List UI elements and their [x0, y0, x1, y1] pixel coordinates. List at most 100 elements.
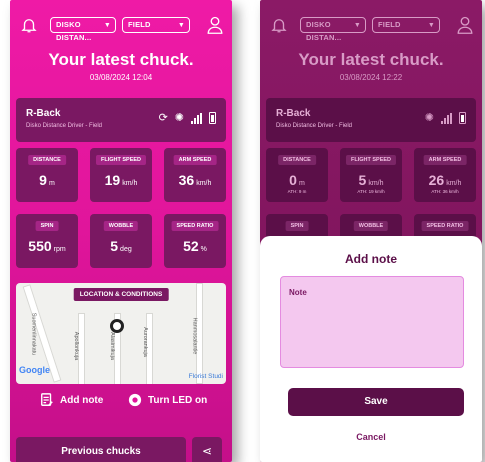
road-label: Alasimikuja — [108, 332, 115, 360]
stat-value: 5 — [110, 238, 119, 254]
location-conditions-badge: LOCATION & CONDITIONS — [73, 288, 169, 301]
stat-all-time-high: ATH: 19 km/h — [357, 189, 385, 194]
stat-value: 5 — [358, 172, 367, 188]
led-icon — [128, 393, 142, 407]
stat-label: DISTANCE — [28, 155, 66, 165]
stat-value-wrap: 19 km/h — [90, 172, 152, 190]
stat-all-time-high: ATH: 36 km/h — [431, 189, 459, 194]
user-icon — [457, 16, 473, 34]
road-label: Hanmosalantie — [191, 317, 198, 355]
disc-subtitle: Disko Distance Driver - Field — [26, 123, 103, 129]
stat-unit: rpm — [53, 246, 66, 253]
cancel-button[interactable]: Cancel — [260, 432, 482, 442]
battery-icon — [459, 112, 466, 124]
disc-card: R-Back Disko Distance Driver - Field ⟳ ✺ — [16, 98, 226, 142]
stat-label: SPEED RATIO — [171, 221, 219, 231]
stat-value-wrap: 5 deg — [90, 238, 152, 256]
screenshot-stage: DISKO DISTAN... ▼ FIELD ▼ Your latest chuc… — [0, 0, 485, 462]
rotate-icon: ⟳ — [158, 112, 168, 124]
page-title: Your latest chuck. — [298, 50, 444, 69]
chuck-date: 03/08/2024 12:22 — [339, 73, 403, 82]
stat-spin: SPIN 550 rpm — [16, 214, 78, 268]
top-bar: DISKO DISTAN... ▼ FIELD ▼ — [260, 14, 482, 42]
chevron-down-icon: ▼ — [177, 22, 185, 29]
chuck-date: 03/08/2024 12:04 — [89, 73, 153, 82]
location-map[interactable]: Suomenlinnakatu Apollonkuja Alasimikuja … — [16, 283, 226, 384]
battery-icon — [209, 112, 216, 124]
bell-icon — [271, 19, 287, 33]
stat-flight-speed: FLIGHT SPEED 19 km/h — [90, 148, 152, 202]
user-icon[interactable] — [206, 15, 224, 35]
disc-select-value: DISKO DISTAN... — [56, 20, 92, 42]
previous-chucks-button[interactable]: Previous chucks — [16, 437, 186, 462]
stat-distance: DISTANCE 9m — [16, 148, 78, 202]
save-button[interactable]: Save — [288, 388, 464, 416]
stat-all-time-high: ATH: 9 m — [287, 189, 307, 194]
stat-value-wrap: 26 km/h — [414, 172, 476, 190]
turn-led-on-label: Turn LED on — [148, 394, 208, 406]
mode-select[interactable]: FIELD ▼ — [122, 17, 190, 33]
stat-wobble: WOBBLE 5 deg — [90, 214, 152, 268]
disc-subtitle: Disko Distance Driver - Field — [276, 123, 353, 129]
mode-select-value: FIELD — [128, 20, 151, 29]
note-field-label: Note — [289, 288, 307, 297]
stat-unit: km/h — [122, 180, 138, 187]
share-icon[interactable]: ⋖ — [192, 437, 222, 462]
disc-name: R-Back — [26, 108, 61, 119]
stat-label: SPEED RATIO — [421, 221, 469, 231]
disc-select: DISKO DISTAN... ▼ — [300, 17, 366, 42]
stat-unit: km/h — [196, 180, 212, 187]
stat-label: WOBBLE — [353, 221, 389, 231]
action-row: Add note Turn LED on — [10, 393, 232, 411]
stat-value: 9 — [39, 172, 47, 188]
turn-led-on-button[interactable]: Turn LED on — [128, 393, 207, 407]
disc-card: R-Back Disko Distance Driver - Field ✺ — [266, 98, 476, 142]
stat-unit: m — [298, 180, 305, 187]
add-note-label: Add note — [60, 394, 104, 406]
stat-value: 26 — [428, 172, 445, 188]
stat-unit: m — [48, 180, 55, 187]
top-bar: DISKO DISTAN... ▼ FIELD ▼ — [10, 14, 232, 42]
add-note-button[interactable]: Add note — [40, 393, 103, 407]
note-textarea[interactable]: Note — [280, 276, 464, 368]
stat-label: ARM SPEED — [173, 155, 217, 165]
signal-icon — [441, 112, 452, 124]
stat-label: SPIN — [285, 221, 309, 231]
stat-value: 52 — [183, 238, 199, 254]
mode-select-value: FIELD — [378, 20, 401, 29]
location-pin-icon — [110, 319, 124, 333]
bell-icon[interactable] — [20, 16, 38, 34]
stat-value-wrap: 5 km/h — [340, 172, 402, 190]
stat-unit: % — [200, 246, 207, 253]
stat-value-wrap: 36 km/h — [164, 172, 226, 190]
road-label: Apollonkuja — [73, 331, 80, 361]
stat-value: 0 — [289, 172, 297, 188]
stat-value: 36 — [178, 172, 195, 188]
stat-value: 550 — [28, 238, 52, 254]
phone-latest-chuck: DISKO DISTAN... ▼ FIELD ▼ Your latest chuc… — [10, 0, 232, 462]
page-title: Your latest chuck. — [48, 50, 194, 69]
note-icon — [41, 393, 53, 406]
chevron-down-icon: ▼ — [353, 22, 361, 29]
sensor-icon: ✺ — [174, 112, 184, 124]
disc-select-value: DISKO DISTAN... — [306, 20, 342, 42]
add-note-modal: Add note Note Save Cancel — [260, 236, 482, 462]
stat-flight-speed: FLIGHT SPEED 5 km/h ATH: 19 km/h — [340, 148, 402, 202]
stat-distance: DISTANCE 0m ATH: 9 m — [266, 148, 328, 202]
stat-value-wrap: 52% — [164, 238, 226, 256]
mode-select: FIELD ▼ — [372, 17, 440, 33]
stat-unit: deg — [120, 246, 132, 253]
stat-label: FLIGHT SPEED — [95, 155, 147, 165]
stat-arm-speed: ARM SPEED 26 km/h ATH: 36 km/h — [414, 148, 476, 202]
signal-icon — [191, 112, 202, 124]
stat-label: ARM SPEED — [423, 155, 467, 165]
stat-unit: km/h — [446, 180, 462, 187]
stat-label: WOBBLE — [103, 221, 139, 231]
disc-status-icons: ⟳ ✺ — [159, 112, 216, 124]
google-logo: Google — [19, 365, 50, 375]
chevron-down-icon: ▼ — [427, 22, 435, 29]
stat-label: DISTANCE — [278, 155, 316, 165]
road-label: Suomenlinnakatu — [30, 312, 37, 356]
disc-select[interactable]: DISKO DISTAN... ▼ — [50, 17, 116, 42]
disc-name: R-Back — [276, 108, 311, 119]
